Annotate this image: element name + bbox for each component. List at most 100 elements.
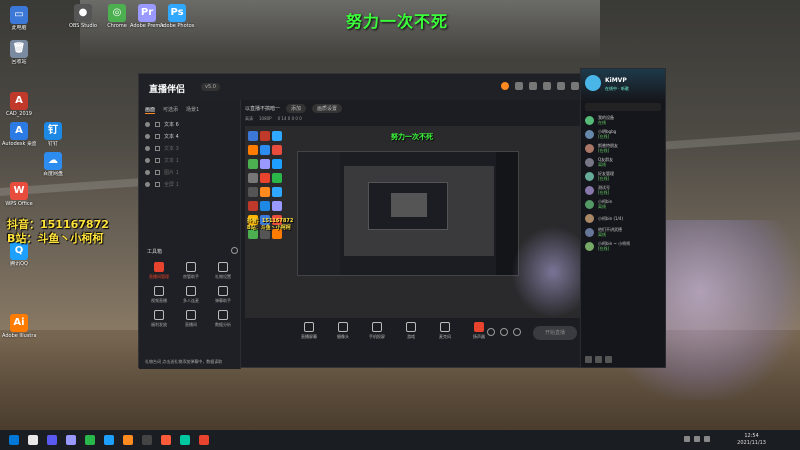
desktop-icon[interactable]: AiAdobe Illustrator bbox=[2, 312, 36, 346]
record-icon[interactable] bbox=[487, 328, 495, 336]
toolbox-item[interactable]: 数据分析 bbox=[207, 310, 239, 328]
qq-avatar[interactable] bbox=[585, 75, 601, 91]
desktop-icon[interactable]: PrAdobe Premiere bbox=[130, 2, 164, 36]
toolbox-settings-icon[interactable] bbox=[231, 247, 238, 254]
contact-item[interactable]: 他们不讲武德 离线 bbox=[581, 225, 665, 239]
scene-item[interactable]: 全屏 1 bbox=[139, 178, 240, 190]
start-live-button[interactable]: 开始直播 bbox=[533, 326, 577, 340]
stage-app-icon bbox=[272, 173, 282, 183]
scene-item[interactable]: 文本 1 bbox=[139, 154, 240, 166]
preview-stage[interactable]: 努力一次不死 抖音：151167872 B站：斗鱼丶小柯柯 bbox=[245, 126, 581, 318]
close-icon[interactable] bbox=[571, 82, 579, 90]
taskbar-app-icon[interactable] bbox=[180, 435, 190, 445]
bottom-action[interactable]: 直播屏幕 bbox=[299, 322, 319, 340]
taskbar-app-icon[interactable] bbox=[28, 435, 38, 445]
tool-icon bbox=[186, 286, 196, 296]
avatar-icon[interactable] bbox=[501, 82, 509, 90]
volume-icon[interactable] bbox=[694, 436, 700, 442]
eye-icon[interactable] bbox=[145, 145, 150, 151]
toolbox-item[interactable]: 房管助手 bbox=[175, 262, 207, 280]
taskbar-app-icon[interactable] bbox=[161, 435, 171, 445]
taskbar-apps bbox=[0, 435, 209, 445]
taskbar-app-icon[interactable] bbox=[66, 435, 76, 445]
camera-icon[interactable] bbox=[500, 328, 508, 336]
desktop-icon[interactable]: A CAD_2019 bbox=[2, 90, 36, 124]
tab-screen[interactable]: 画面 bbox=[145, 106, 156, 114]
contact-item[interactable]: 斯普特朋友 [在线] bbox=[581, 141, 665, 155]
contact-item[interactable]: 小明bgbg [在线] bbox=[581, 127, 665, 141]
toolbox-item[interactable]: 多人连麦 bbox=[175, 286, 207, 304]
desktop-icon-label: Adobe Illustrator bbox=[2, 333, 36, 339]
app-version[interactable]: v5.0 bbox=[201, 83, 220, 91]
minimize-icon[interactable] bbox=[543, 82, 551, 90]
bottom-action[interactable]: 游戏 bbox=[401, 322, 421, 340]
scene-item[interactable]: 文本 6 bbox=[139, 118, 240, 130]
qq-search-input[interactable] bbox=[585, 103, 661, 111]
desktop-icon[interactable]: ● OBS Studio bbox=[66, 2, 100, 36]
desktop-icon[interactable]: 🗑 回收站 bbox=[2, 38, 36, 72]
bottom-action[interactable]: 手机投屏 bbox=[367, 322, 387, 340]
contact-text: 小柯bin 离线 bbox=[598, 199, 612, 209]
toolbox-item[interactable]: 弹幕助手 bbox=[207, 286, 239, 304]
taskbar-app-icon[interactable] bbox=[9, 435, 19, 445]
tool-icon bbox=[218, 262, 228, 272]
network-icon[interactable] bbox=[684, 436, 690, 442]
desktop-icon[interactable]: 钉钉钉 bbox=[36, 120, 70, 154]
desktop-icon[interactable]: ◎ Chrome bbox=[100, 2, 134, 36]
action-icon bbox=[372, 322, 382, 332]
desktop-icon[interactable]: PsAdobe Photoshop bbox=[160, 2, 194, 36]
message-icon[interactable] bbox=[515, 82, 523, 90]
desktop-icon[interactable]: ☁ 百度网盘 bbox=[36, 150, 70, 184]
contact-item[interactable]: 小柯bin (1/4) bbox=[581, 211, 665, 225]
eye-icon[interactable] bbox=[145, 121, 150, 127]
tab-scene1[interactable]: 场景1 bbox=[186, 106, 199, 114]
bottom-action[interactable]: 扬声器 bbox=[469, 322, 489, 340]
toolbox-item[interactable]: 直播间管理 bbox=[143, 262, 175, 280]
contact-item[interactable]: 小柯bin ~ 小柯柯 [在线] bbox=[581, 239, 665, 253]
ime-icon[interactable] bbox=[704, 436, 710, 442]
desktop-icon[interactable]: AAutodesk 桌面应用 bbox=[2, 120, 36, 154]
contact-item[interactable]: 小柯bin 离线 bbox=[581, 197, 665, 211]
taskbar-app-icon[interactable] bbox=[104, 435, 114, 445]
qq-settings-icon[interactable] bbox=[595, 356, 602, 363]
quality-button[interactable]: 画质设置 bbox=[312, 104, 343, 113]
tool-icon bbox=[218, 286, 228, 296]
action-icon bbox=[338, 322, 348, 332]
toolbox-item[interactable]: 礼物设置 bbox=[207, 262, 239, 280]
bottom-action[interactable]: 摄像头 bbox=[333, 322, 353, 340]
menu-icon[interactable] bbox=[529, 82, 537, 90]
qq-file-icon[interactable] bbox=[605, 356, 612, 363]
contact-item[interactable]: Q友群友 离线 bbox=[581, 155, 665, 169]
eye-icon[interactable] bbox=[145, 157, 150, 163]
stage-app-icon bbox=[272, 201, 282, 211]
contact-item[interactable]: 好友管理 [在线] bbox=[581, 169, 665, 183]
desktop-icon[interactable]: ▭ 此电脑 bbox=[2, 4, 36, 38]
contact-item[interactable]: 我的设备 在线 bbox=[581, 113, 665, 127]
qq-menu-icon[interactable] bbox=[585, 356, 592, 363]
contact-item[interactable]: 测试号 [在线] bbox=[581, 183, 665, 197]
toolbox-item[interactable]: 直播间 bbox=[175, 310, 207, 328]
desktop-icon[interactable]: W WPS Office bbox=[2, 180, 36, 214]
bottom-action[interactable]: 麦克风 bbox=[435, 322, 455, 340]
eye-icon[interactable] bbox=[145, 169, 150, 175]
settings-icon[interactable] bbox=[513, 328, 521, 336]
eye-icon[interactable] bbox=[145, 181, 150, 187]
taskbar-app-icon[interactable] bbox=[199, 435, 209, 445]
toolbox-item[interactable]: 福利发放 bbox=[143, 310, 175, 328]
app-icon: ◎ bbox=[108, 4, 126, 22]
eye-icon[interactable] bbox=[145, 133, 150, 139]
taskbar-app-icon[interactable] bbox=[85, 435, 95, 445]
tab-optional[interactable]: 可选添 bbox=[163, 106, 178, 114]
clock-date: 2021/11/13 bbox=[737, 440, 766, 446]
stage-app-icon bbox=[260, 145, 270, 155]
taskbar-app-icon[interactable] bbox=[123, 435, 133, 445]
scene-item[interactable]: 文本 3 bbox=[139, 142, 240, 154]
scene-item[interactable]: 文本 4 bbox=[139, 130, 240, 142]
maximize-icon[interactable] bbox=[557, 82, 565, 90]
add-source-button[interactable]: 添加 bbox=[286, 104, 307, 113]
taskbar-app-icon[interactable] bbox=[47, 435, 57, 445]
toolbox-item[interactable]: 视频直播 bbox=[143, 286, 175, 304]
taskbar-clock[interactable]: 12:54 2021/11/13 bbox=[737, 433, 766, 447]
taskbar-app-icon[interactable] bbox=[142, 435, 152, 445]
scene-item[interactable]: 图片 1 bbox=[139, 166, 240, 178]
